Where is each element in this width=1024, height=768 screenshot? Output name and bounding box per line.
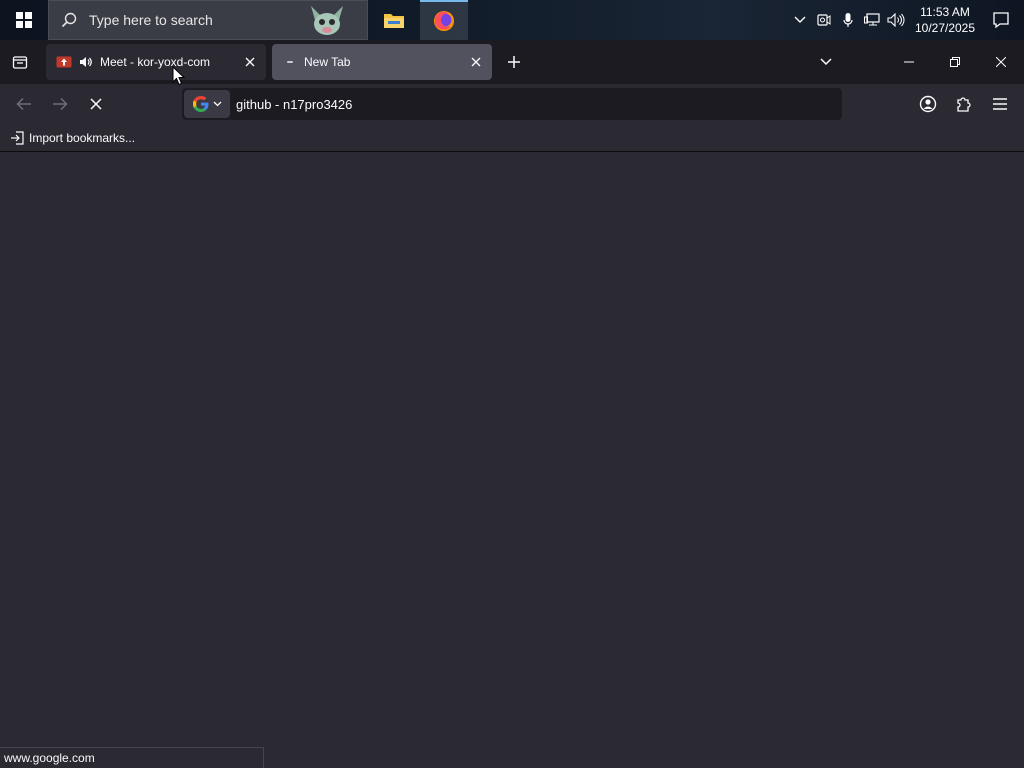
taskbar-search-box[interactable]: Type here to search: [48, 0, 368, 40]
search-highlight-mascot-icon: [305, 4, 349, 38]
start-button[interactable]: [0, 0, 48, 40]
tab-title: New Tab: [304, 55, 351, 69]
import-bookmarks-button[interactable]: Import bookmarks...: [10, 128, 135, 148]
import-icon: [11, 131, 24, 145]
chevron-down-icon: [213, 101, 221, 107]
tab-meet[interactable]: Meet - kor-yoxd-com: [46, 44, 266, 80]
restore-icon: [950, 57, 960, 67]
new-tab-button[interactable]: [502, 50, 526, 74]
tab-strip: Meet - kor-yoxd-com New Tab: [0, 40, 1024, 84]
chevron-down-icon: [820, 58, 832, 66]
account-button[interactable]: [912, 88, 944, 120]
taskbar-clock[interactable]: 11:53 AM 10/27/2025: [912, 4, 978, 36]
notification-center-icon[interactable]: [978, 0, 1024, 40]
tab-new-tab[interactable]: New Tab: [272, 44, 492, 80]
mouse-cursor-icon: [172, 65, 186, 86]
stop-loading-button[interactable]: [80, 88, 112, 120]
file-explorer-taskbar-button[interactable]: [370, 0, 418, 40]
arrow-right-icon: [53, 97, 68, 111]
restore-button[interactable]: [932, 40, 978, 84]
app-menu-button[interactable]: [984, 88, 1016, 120]
back-button[interactable]: [8, 88, 40, 120]
camera-icon[interactable]: [812, 0, 836, 40]
import-bookmarks-label: Import bookmarks...: [29, 131, 136, 145]
firefox-view-icon: [12, 56, 28, 69]
windows-logo-icon: [16, 12, 32, 28]
search-engine-selector[interactable]: [184, 90, 230, 118]
hamburger-menu-icon: [993, 98, 1007, 110]
status-panel: www.google.com: [0, 747, 264, 768]
bookmarks-toolbar: Import bookmarks...: [0, 124, 1024, 152]
minimize-button[interactable]: [886, 40, 932, 84]
puzzle-icon: [957, 97, 971, 112]
windows-taskbar: Type here to search 11:53 AM 10/27/2025: [0, 0, 1024, 40]
network-icon[interactable]: [860, 0, 884, 40]
plus-icon: [508, 56, 520, 68]
loading-icon: [282, 54, 298, 70]
minimize-icon: [904, 61, 914, 63]
account-icon: [919, 95, 937, 113]
volume-icon[interactable]: [884, 0, 908, 40]
arrow-left-icon: [16, 97, 31, 111]
page-content-area[interactable]: www.google.com: [0, 153, 1024, 768]
firefox-taskbar-button[interactable]: [420, 0, 468, 40]
list-all-tabs-button[interactable]: [812, 50, 840, 74]
chevron-up-icon[interactable]: [788, 0, 812, 40]
close-icon: [996, 57, 1006, 67]
folder-icon: [384, 14, 404, 28]
navigation-toolbar: [0, 84, 1024, 124]
google-icon: [192, 96, 208, 112]
close-window-button[interactable]: [978, 40, 1024, 84]
search-placeholder: Type here to search: [89, 12, 213, 28]
url-input[interactable]: [236, 90, 842, 118]
audio-playing-icon[interactable]: [78, 54, 94, 70]
microphone-icon[interactable]: [836, 0, 860, 40]
system-tray: 11:53 AM 10/27/2025: [788, 0, 1024, 40]
stop-icon: [90, 98, 102, 110]
clock-time: 11:53 AM: [920, 5, 970, 19]
tab-title: Meet - kor-yoxd-com: [100, 55, 211, 69]
forward-button[interactable]: [44, 88, 76, 120]
close-tab-icon[interactable]: [238, 50, 262, 74]
url-bar[interactable]: [182, 88, 842, 120]
search-icon: [49, 0, 89, 40]
clock-date: 10/27/2025: [914, 21, 976, 35]
close-tab-icon[interactable]: [464, 50, 488, 74]
firefox-icon: [434, 11, 454, 31]
screen-share-favicon-icon: [56, 54, 72, 70]
extensions-button[interactable]: [948, 88, 980, 120]
firefox-view-button[interactable]: [6, 48, 34, 76]
